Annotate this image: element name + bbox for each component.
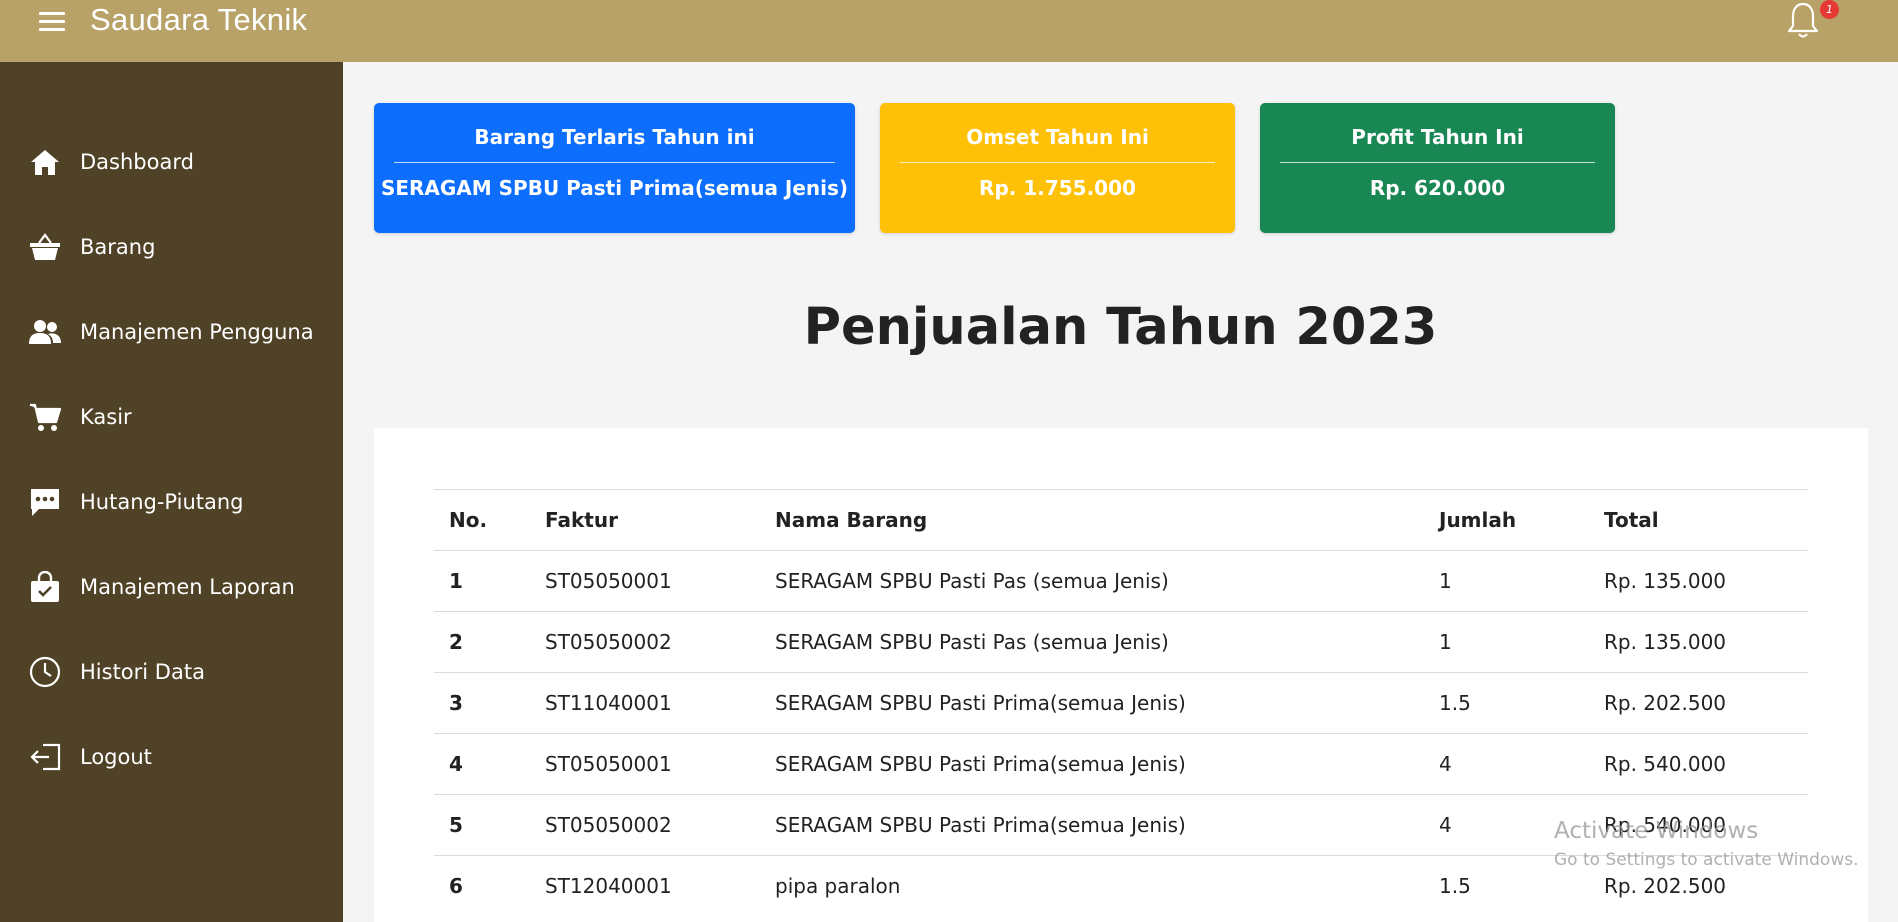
sidebar-item-hutang-piutang[interactable]: Hutang-Piutang: [0, 472, 343, 532]
sidebar-item-label: Kasir: [80, 405, 132, 429]
header-nama-barang: Nama Barang: [760, 489, 1424, 551]
table-row: 1 ST05050001 SERAGAM SPBU Pasti Pas (sem…: [434, 550, 1808, 612]
sidebar-item-manajemen-pengguna[interactable]: Manajemen Pengguna: [0, 302, 343, 362]
cell-total: Rp. 135.000: [1589, 550, 1808, 612]
cart-icon: [28, 400, 62, 434]
table-header-row: No. Faktur Nama Barang Jumlah Total: [434, 489, 1808, 551]
table-row: 3 ST11040001 SERAGAM SPBU Pasti Prima(se…: [434, 672, 1808, 734]
top-bar: Saudara Teknik 1: [0, 0, 1898, 62]
cell-no: 5: [434, 794, 530, 856]
card-divider: [394, 162, 835, 163]
cell-faktur: ST05050002: [530, 794, 760, 856]
windows-activation-watermark: Activate Windows Go to Settings to activ…: [1554, 818, 1859, 870]
card-omset: Omset Tahun Ini Rp. 1.755.000: [880, 103, 1235, 233]
card-best-seller: Barang Terlaris Tahun ini SERAGAM SPBU P…: [374, 103, 855, 233]
bag-check-icon: [28, 570, 62, 604]
cell-nama-barang: SERAGAM SPBU Pasti Pas (semua Jenis): [760, 550, 1424, 612]
table-row: 2 ST05050002 SERAGAM SPBU Pasti Pas (sem…: [434, 611, 1808, 673]
bell-icon[interactable]: [1785, 0, 1821, 42]
table-row: 4 ST05050001 SERAGAM SPBU Pasti Prima(se…: [434, 733, 1808, 795]
sidebar-item-label: Hutang-Piutang: [80, 490, 244, 514]
cell-faktur: ST05050002: [530, 611, 760, 673]
sidebar-item-label: Manajemen Laporan: [80, 575, 295, 599]
page-title: Penjualan Tahun 2023: [803, 298, 1438, 357]
sidebar-item-barang[interactable]: Barang: [0, 217, 343, 277]
sidebar-item-label: Barang: [80, 235, 156, 259]
cell-nama-barang: SERAGAM SPBU Pasti Prima(semua Jenis): [760, 672, 1424, 734]
cell-no: 4: [434, 733, 530, 795]
cell-no: 1: [434, 550, 530, 612]
basket-icon: [28, 230, 62, 264]
sidebar: Dashboard Barang Manajemen Pengguna Kasi…: [0, 62, 343, 922]
card-title: Profit Tahun Ini: [1351, 125, 1524, 149]
watermark-subtitle: Go to Settings to activate Windows.: [1554, 850, 1859, 870]
cell-faktur: ST05050001: [530, 550, 760, 612]
cell-no: 6: [434, 855, 530, 917]
watermark-title: Activate Windows: [1554, 818, 1759, 844]
clock-icon: [28, 655, 62, 689]
card-title: Barang Terlaris Tahun ini: [474, 125, 755, 149]
cell-nama-barang: SERAGAM SPBU Pasti Pas (semua Jenis): [760, 611, 1424, 673]
header-jumlah: Jumlah: [1424, 489, 1589, 551]
card-value: Rp. 620.000: [1369, 176, 1506, 200]
logout-icon: [28, 740, 62, 774]
brand-title: Saudara Teknik: [90, 2, 308, 37]
chat-icon: [28, 485, 62, 519]
cell-nama-barang: SERAGAM SPBU Pasti Prima(semua Jenis): [760, 794, 1424, 856]
cell-faktur: ST05050001: [530, 733, 760, 795]
menu-toggle-icon[interactable]: [39, 12, 65, 32]
cell-total: Rp. 202.500: [1589, 672, 1808, 734]
card-title: Omset Tahun Ini: [966, 125, 1149, 149]
cell-jumlah: 4: [1424, 733, 1589, 795]
card-value: Rp. 1.755.000: [979, 176, 1136, 200]
card-value: SERAGAM SPBU Pasti Prima(semua Jenis): [380, 176, 849, 200]
cell-total: Rp. 540.000: [1589, 733, 1808, 795]
cell-jumlah: 1: [1424, 550, 1589, 612]
cell-nama-barang: pipa paralon: [760, 855, 1424, 917]
sidebar-item-dashboard[interactable]: Dashboard: [0, 132, 343, 192]
sidebar-item-manajemen-laporan[interactable]: Manajemen Laporan: [0, 557, 343, 617]
users-icon: [28, 315, 62, 349]
sidebar-item-label: Manajemen Pengguna: [80, 320, 314, 344]
card-profit: Profit Tahun Ini Rp. 620.000: [1260, 103, 1615, 233]
cell-no: 2: [434, 611, 530, 673]
notification-badge: 1: [1820, 0, 1839, 19]
card-divider: [900, 162, 1215, 163]
cell-jumlah: 1: [1424, 611, 1589, 673]
sidebar-item-histori-data[interactable]: Histori Data: [0, 642, 343, 702]
card-divider: [1280, 162, 1595, 163]
sidebar-item-label: Logout: [80, 745, 152, 769]
sidebar-item-logout[interactable]: Logout: [0, 727, 343, 787]
cell-jumlah: 1.5: [1424, 672, 1589, 734]
cell-faktur: ST11040001: [530, 672, 760, 734]
header-faktur: Faktur: [530, 489, 760, 551]
header-total: Total: [1589, 489, 1808, 551]
home-icon: [28, 145, 62, 179]
sidebar-item-label: Histori Data: [80, 660, 205, 684]
sidebar-item-kasir[interactable]: Kasir: [0, 387, 343, 447]
cell-no: 3: [434, 672, 530, 734]
cell-total: Rp. 135.000: [1589, 611, 1808, 673]
cell-nama-barang: SERAGAM SPBU Pasti Prima(semua Jenis): [760, 733, 1424, 795]
sidebar-item-label: Dashboard: [80, 150, 194, 174]
cell-faktur: ST12040001: [530, 855, 760, 917]
header-no: No.: [434, 489, 530, 551]
